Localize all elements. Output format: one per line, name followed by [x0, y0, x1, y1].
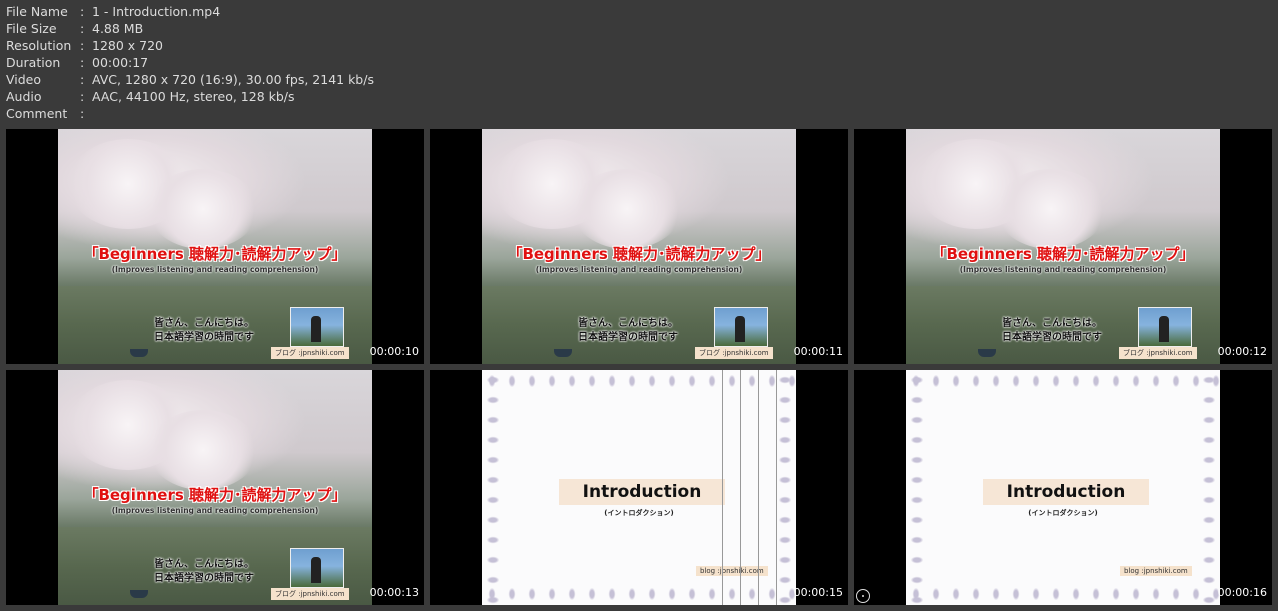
info-key: File Name [6, 4, 68, 19]
greeting-line-2: 日本語学習の時間です [154, 573, 254, 584]
intro-subtitle-text: (イントロダクション) [1028, 509, 1098, 517]
thumbnail-5[interactable]: Introduction (イントロダクション) blog :jpnshiki.… [430, 370, 848, 605]
greeting-line-1: 皆さん、こんにちは。 [578, 318, 678, 329]
greeting-line-2: 日本語学習の時間です [154, 332, 254, 343]
thumbnail-1[interactable]: 「Beginners 聴解力･読解力アップ」 (Improves listeni… [6, 129, 424, 364]
info-separator: : [80, 89, 85, 104]
frame-subtitle-text: (Improves listening and reading comprehe… [959, 265, 1167, 274]
presenter-photo [290, 307, 344, 347]
video-frame-image: Introduction (イントロダクション) blog :jpnshiki.… [482, 370, 796, 605]
boat-shape [978, 349, 996, 357]
info-separator: : [80, 55, 85, 70]
greeting-line-2: 日本語学習の時間です [1002, 332, 1102, 343]
boat-shape [130, 590, 148, 598]
boat-shape [130, 349, 148, 357]
media-info-panel: File Name : 1 - Introduction.mp4 File Si… [6, 3, 374, 122]
video-frame-image: 「Beginners 聴解力･読解力アップ」 (Improves listeni… [906, 129, 1220, 364]
blog-badge: ブログ :jpnshiki.com [695, 347, 773, 359]
frame-title-text: 「Beginners 聴解力･読解力アップ」 [83, 245, 347, 263]
blog-badge: ブログ :jpnshiki.com [271, 588, 349, 600]
video-frame-image: 「Beginners 聴解力･読解力アップ」 (Improves listeni… [482, 129, 796, 364]
info-key: Resolution [6, 38, 72, 53]
greeting-line-1: 皆さん、こんにちは。 [154, 318, 254, 329]
frame-greeting-text: 皆さん、こんにちは。 日本語学習の時間です [154, 558, 254, 586]
info-key: Duration [6, 55, 61, 70]
intro-subtitle-text: (イントロダクション) [604, 509, 674, 517]
info-row-duration: Duration : 00:00:17 [6, 54, 374, 71]
info-key: File Size [6, 21, 57, 36]
info-row-file-size: File Size : 4.88 MB [6, 20, 374, 37]
frame-title-text: 「Beginners 聴解力･読解力アップ」 [83, 486, 347, 504]
frame-title-text: 「Beginners 聴解力･読解力アップ」 [507, 245, 771, 263]
info-row-file-name: File Name : 1 - Introduction.mp4 [6, 3, 374, 20]
boat-shape [554, 349, 572, 357]
loading-cursor-icon [856, 589, 870, 603]
video-frame-image: 「Beginners 聴解力･読解力アップ」 (Improves listeni… [58, 129, 372, 364]
blog-badge: ブログ :jpnshiki.com [271, 347, 349, 359]
presenter-photo [290, 548, 344, 588]
blog-badge: blog :jpnshiki.com [696, 566, 768, 576]
info-separator: : [80, 72, 85, 87]
info-row-audio: Audio : AAC, 44100 Hz, stereo, 128 kb/s [6, 88, 374, 105]
info-key: Audio [6, 89, 42, 104]
info-value: AAC, 44100 Hz, stereo, 128 kb/s [92, 89, 295, 104]
info-row-comment: Comment : [6, 105, 374, 122]
blog-badge: ブログ :jpnshiki.com [1119, 347, 1197, 359]
blog-badge: blog :jpnshiki.com [1120, 566, 1192, 576]
frame-subtitle-text: (Improves listening and reading comprehe… [535, 265, 743, 274]
intro-title-text: Introduction [559, 479, 725, 505]
info-key: Video [6, 72, 42, 87]
info-separator: : [80, 4, 85, 19]
info-separator: : [80, 21, 85, 36]
thumbnail-2[interactable]: 「Beginners 聴解力･読解力アップ」 (Improves listeni… [430, 129, 848, 364]
thumbnail-3[interactable]: 「Beginners 聴解力･読解力アップ」 (Improves listeni… [854, 129, 1272, 364]
thumbnail-timestamp: 00:00:11 [793, 345, 843, 358]
thumbnail-timestamp: 00:00:12 [1217, 345, 1267, 358]
info-value: 4.88 MB [92, 21, 144, 36]
presenter-photo [714, 307, 768, 347]
video-frame-image: Introduction (イントロダクション) blog :jpnshiki.… [906, 370, 1220, 605]
info-row-resolution: Resolution : 1280 x 720 [6, 37, 374, 54]
presenter-photo [1138, 307, 1192, 347]
frame-greeting-text: 皆さん、こんにちは。 日本語学習の時間です [154, 317, 254, 345]
info-separator: : [80, 106, 85, 121]
info-row-video: Video : AVC, 1280 x 720 (16:9), 30.00 fp… [6, 71, 374, 88]
thumbnail-6[interactable]: Introduction (イントロダクション) blog :jpnshiki.… [854, 370, 1272, 605]
frame-subtitle-text: (Improves listening and reading comprehe… [111, 506, 319, 515]
frame-title-text: 「Beginners 聴解力･読解力アップ」 [931, 245, 1195, 263]
frame-subtitle-text: (Improves listening and reading comprehe… [111, 265, 319, 274]
thumbnail-timestamp: 00:00:16 [1217, 586, 1267, 599]
info-value: 1 - Introduction.mp4 [92, 4, 221, 19]
greeting-line-2: 日本語学習の時間です [578, 332, 678, 343]
greeting-line-1: 皆さん、こんにちは。 [154, 559, 254, 570]
thumbnail-timestamp: 00:00:10 [369, 345, 419, 358]
thumbnail-timestamp: 00:00:13 [369, 586, 419, 599]
video-frame-image: 「Beginners 聴解力･読解力アップ」 (Improves listeni… [58, 370, 372, 605]
info-value: 1280 x 720 [92, 38, 164, 53]
greeting-line-1: 皆さん、こんにちは。 [1002, 318, 1102, 329]
info-value: AVC, 1280 x 720 (16:9), 30.00 fps, 2141 … [92, 72, 374, 87]
intro-title-text: Introduction [983, 479, 1149, 505]
info-value: 00:00:17 [92, 55, 149, 70]
thumbnail-timestamp: 00:00:15 [793, 586, 843, 599]
thumbnail-4[interactable]: 「Beginners 聴解力･読解力アップ」 (Improves listeni… [6, 370, 424, 605]
frame-greeting-text: 皆さん、こんにちは。 日本語学習の時間です [578, 317, 678, 345]
frame-greeting-text: 皆さん、こんにちは。 日本語学習の時間です [1002, 317, 1102, 345]
info-separator: : [80, 38, 85, 53]
info-key: Comment [6, 106, 68, 121]
